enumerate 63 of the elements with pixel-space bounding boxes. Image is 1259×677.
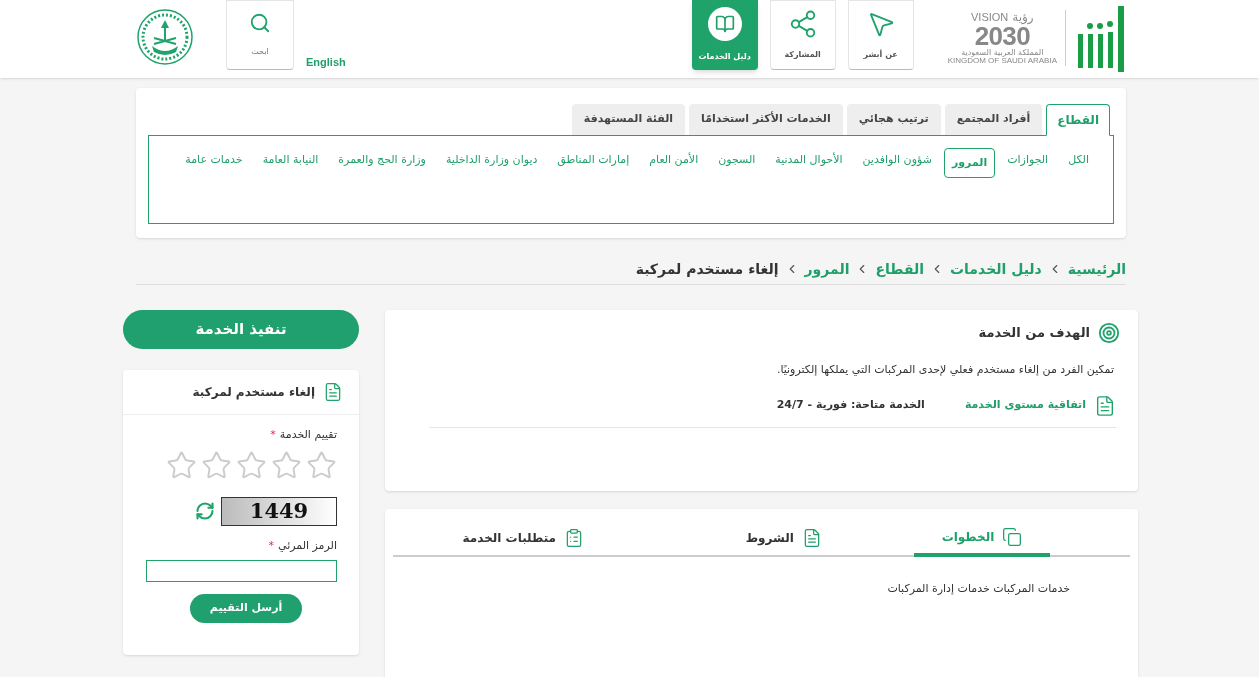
- sector-chip[interactable]: شؤون الوافدين: [854, 148, 940, 173]
- sector-chip[interactable]: إمارات المناطق: [549, 148, 638, 173]
- execute-service-button[interactable]: تنفيذ الخدمة: [123, 310, 359, 349]
- sector-chip[interactable]: السجون: [710, 148, 764, 173]
- logo-arabic-word: رؤية: [1012, 11, 1034, 23]
- sector-chip[interactable]: المرور: [943, 148, 996, 178]
- filter-tab[interactable]: الخدمات الأكثر استخدامًا: [689, 104, 843, 135]
- windows-icon: [1002, 527, 1023, 547]
- field-label: الرمز المرئي: [278, 537, 337, 554]
- filter-tab[interactable]: الفئة المستهدفة: [571, 104, 686, 135]
- breadcrumb-link[interactable]: دليل الخدمات: [950, 258, 1042, 280]
- sector-chip[interactable]: الأحوال المدنية: [767, 148, 851, 173]
- clipboard-icon: [564, 528, 584, 548]
- logo-kingdom-english: KINGDOM OF SAUDI ARABIA: [947, 57, 1057, 65]
- rating-star[interactable]: [306, 449, 337, 481]
- sector-chip[interactable]: وزارة الحج والعمرة: [330, 148, 434, 173]
- logo-vision-word: VISION: [971, 11, 1009, 23]
- nav-tab[interactable]: عن أبشر: [847, 0, 914, 70]
- card-title: إلغاء مستخدم لمركبة: [192, 384, 315, 401]
- sector-chip[interactable]: الجوازات: [999, 148, 1057, 173]
- filter-tab[interactable]: أفراد المجتمع: [944, 104, 1043, 135]
- nav-tab[interactable]: المشاركة: [769, 0, 836, 70]
- rating-star[interactable]: [201, 449, 232, 481]
- nav-tab[interactable]: دليل الخدمات: [691, 0, 758, 70]
- goal-description: تمكين الفرد من إلغاء مستخدم فعلي لإحدى المركبات التي يملكها إلكترونيًا.: [775, 362, 1114, 378]
- book-icon: [707, 7, 742, 41]
- sector-chip[interactable]: خدمات عامة: [177, 148, 251, 173]
- details-tab[interactable]: الشروط: [653, 521, 914, 555]
- sector-chip[interactable]: الكل: [1060, 148, 1097, 173]
- search-icon: [249, 12, 271, 34]
- captcha-input[interactable]: [146, 560, 337, 582]
- captcha-image: 1449: [221, 496, 337, 526]
- details-tab[interactable]: متطلبات الخدمة: [393, 521, 654, 555]
- required-mark: *: [268, 537, 274, 554]
- rating-star[interactable]: [236, 449, 267, 481]
- sector-chip[interactable]: الأمن العام: [641, 148, 707, 173]
- filter-tab[interactable]: القطاع: [1046, 104, 1110, 136]
- logo-kingdom-arabic: المملكة العربية السعودية: [961, 49, 1044, 57]
- required-mark: *: [270, 427, 276, 443]
- filter-tab[interactable]: ترتيب هجائي: [846, 104, 941, 135]
- sector-chip[interactable]: ديوان وزارة الداخلية: [437, 148, 546, 173]
- rating-star[interactable]: [166, 449, 197, 481]
- sla-link[interactable]: اتفاقية مستوى الخدمة: [964, 397, 1086, 414]
- breadcrumb-link[interactable]: المرور: [804, 258, 850, 280]
- contract-icon: [1094, 394, 1116, 417]
- emblem-drawing: [136, 8, 194, 66]
- availability-text: الخدمة متاحة: فورية - 24/7: [776, 397, 925, 414]
- search-button[interactable]: ابحث: [226, 0, 294, 70]
- refresh-icon[interactable]: [195, 501, 215, 521]
- breadcrumb-link[interactable]: القطاع: [875, 258, 925, 280]
- logo-year: 2030: [974, 23, 1030, 49]
- document-icon: [323, 382, 343, 402]
- target-icon: [1098, 322, 1120, 344]
- field-label: تقييم الخدمة: [279, 427, 337, 443]
- steps-content: خدمات المركبات خدمات إدارة المركبات: [886, 581, 1070, 597]
- breadcrumb-link[interactable]: الرئيسية: [1067, 258, 1126, 280]
- section-title: الهدف من الخدمة: [978, 324, 1090, 343]
- sector-chip[interactable]: النيابة العامة: [254, 148, 327, 173]
- rating-star[interactable]: [271, 449, 302, 481]
- breadcrumb-current: إلغاء مستخدم لمركبة: [635, 259, 779, 280]
- english-link[interactable]: English: [306, 54, 346, 71]
- details-tab[interactable]: الخطوات: [914, 521, 1050, 557]
- submit-rating-button[interactable]: أرسل التقييم: [190, 594, 302, 623]
